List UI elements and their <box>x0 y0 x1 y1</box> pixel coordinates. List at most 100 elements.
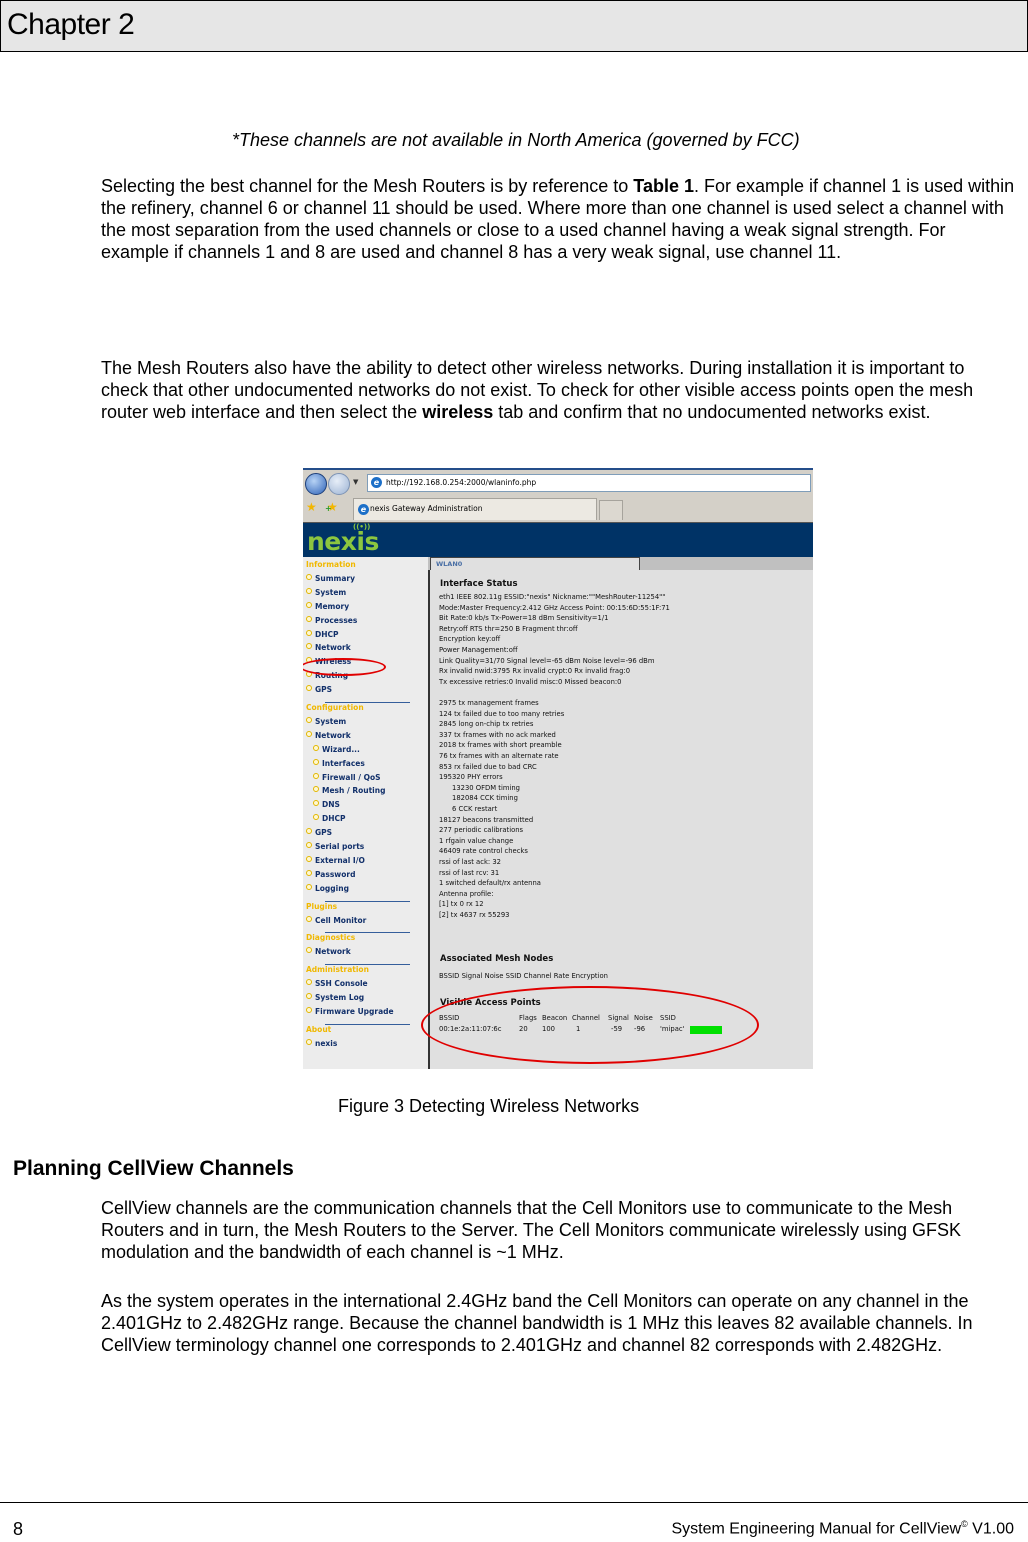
manual-title: System Engineering Manual for CellView <box>671 1520 962 1538</box>
paragraph-channel-selection: Selecting the best channel for the Mesh … <box>101 175 1016 263</box>
nexis-banner: nexis ((•)) <box>303 522 813 558</box>
access-points-highlight-ellipse <box>421 986 759 1064</box>
bullet-icon <box>306 915 312 922</box>
sidebar-item-system-log[interactable]: System Log <box>306 993 364 1002</box>
bullet-icon <box>306 869 312 876</box>
wireless-highlight-ellipse <box>303 658 386 676</box>
stats2-line: 18127 beacons transmitted <box>439 815 534 824</box>
bullet-icon <box>313 758 319 765</box>
interface-status-line: Mode:Master Frequency:2.412 GHz Access P… <box>439 603 670 612</box>
sidebar-item-label: Serial ports <box>315 842 365 851</box>
interface-status-line: Bit Rate:0 kb/s Tx-Power=18 dBm Sensitiv… <box>439 614 609 623</box>
history-dropdown-icon[interactable]: ▼ <box>353 478 358 486</box>
copyright-mark: © <box>961 1519 968 1529</box>
chapter-title: Chapter 2 <box>7 8 135 41</box>
paragraph-detect-networks: The Mesh Routers also have the ability t… <box>101 357 1016 423</box>
sidebar-item-label: Network <box>315 643 351 653</box>
sidebar-item-wizard[interactable]: Wizard... <box>313 744 360 754</box>
forward-button[interactable] <box>328 473 350 495</box>
sidebar-item-label: SSH Console <box>315 979 368 989</box>
sidebar-item-label: Network <box>315 730 351 740</box>
sidebar-item-serial-ports[interactable]: Serial ports <box>306 842 364 851</box>
stats2-line: 277 periodic calibrations <box>439 826 524 835</box>
bullet-icon <box>306 716 312 723</box>
sidebar-item-firmware-upgrade[interactable]: Firmware Upgrade <box>306 1006 394 1016</box>
sidebar-item-label: Wizard... <box>322 744 360 754</box>
bullet-icon <box>306 993 312 999</box>
stats-line: 2018 tx frames with short preamble <box>439 741 562 750</box>
sidebar-item-memory[interactable]: Memory <box>306 601 350 611</box>
interface-status-line: Retry:off RTS thr=250 B Fragment thr:off <box>439 624 578 633</box>
bullet-icon <box>306 573 312 580</box>
sidebar-category-configuration: Configuration <box>306 703 364 712</box>
interface-status-line: Power Management:off <box>439 646 518 654</box>
interface-status-heading: Interface Status <box>440 579 518 589</box>
bullet-icon <box>313 800 319 807</box>
sidebar-item-gps[interactable]: GPS <box>306 828 332 837</box>
stats-line: 2975 tx management frames <box>439 699 539 707</box>
sidebar-item-dns[interactable]: DNS <box>313 800 340 809</box>
sidebar-item-system[interactable]: System <box>306 587 347 597</box>
phy-sub-line: 6 CCK restart <box>452 805 498 813</box>
bullet-icon <box>306 643 312 650</box>
tab-wlan0[interactable]: WLAN0 <box>430 557 640 570</box>
sidebar-item-logging[interactable]: Logging <box>306 883 349 893</box>
interface-status-line: eth1 IEEE 802.11g ESSID:"nexis" Nickname… <box>439 593 666 601</box>
bullet-icon <box>306 615 312 622</box>
bullet-icon <box>306 587 312 594</box>
stats2-line: [1] tx 0 rx 12 <box>439 900 484 909</box>
figure-caption: Figure 3 Detecting Wireless Networks <box>338 1096 640 1116</box>
sidebar-item-summary[interactable]: Summary <box>306 573 355 583</box>
sidebar-item-ssh-console[interactable]: SSH Console <box>306 979 368 988</box>
bullet-icon <box>306 601 312 608</box>
sidebar-item-interfaces[interactable]: Interfaces <box>313 758 365 768</box>
sidebar-item-label: Firmware Upgrade <box>315 1006 394 1016</box>
sidebar-item-firewall-qos[interactable]: Firewall / QoS <box>313 772 381 782</box>
new-tab-button[interactable] <box>599 500 623 520</box>
footer-title: System Engineering Manual for CellView© … <box>671 1519 1014 1538</box>
sidebar-item-network[interactable]: Network <box>306 643 351 652</box>
address-bar[interactable]: e http://192.168.0.254:2000/wlaninfo.php <box>367 474 811 492</box>
sidebar-item-network[interactable]: Network <box>306 730 351 740</box>
browser-nav-bar: ▼ e http://192.168.0.254:2000/wlaninfo.p… <box>303 468 813 496</box>
sidebar-item-system[interactable]: System <box>306 716 346 726</box>
back-button[interactable] <box>305 473 327 495</box>
bullet-icon <box>306 1006 312 1013</box>
bullet-icon <box>306 979 312 986</box>
sidebar-item-gps[interactable]: GPS <box>306 685 332 694</box>
footer-divider <box>0 1502 1028 1503</box>
bullet-icon <box>313 814 319 821</box>
sidebar-category-administration: Administration <box>306 965 369 975</box>
stats-line: 337 tx frames with no ack marked <box>439 730 556 739</box>
sidebar-item-label: Password <box>315 869 356 879</box>
sidebar-category-diagnostics: Diagnostics <box>306 933 356 943</box>
sidebar-item-password[interactable]: Password <box>306 869 356 879</box>
bullet-icon <box>313 786 319 793</box>
sidebar-item-cell-monitor[interactable]: Cell Monitor <box>306 915 366 925</box>
sidebar-item-processes[interactable]: Processes <box>306 615 357 625</box>
add-favorites-icon[interactable]: ★ + <box>325 500 338 514</box>
sidebar-item-label: System <box>315 587 347 597</box>
favorites-star-icon[interactable]: ★ <box>306 500 317 514</box>
stats-line: 195320 PHY errors <box>439 773 503 782</box>
stats2-line: 1 rfgain value change <box>439 836 514 845</box>
sidebar-item-dhcp[interactable]: DHCP <box>313 814 346 823</box>
sidebar-item-label: DHCP <box>322 814 346 824</box>
sidebar-item-label: Memory <box>315 601 350 611</box>
nexis-logo: nexis <box>307 527 379 556</box>
section-heading: Planning CellView Channels <box>13 1157 294 1180</box>
table-reference: Table 1 <box>633 176 694 196</box>
nav-sidebar: Information Summary System Memory Processes D… <box>303 557 428 1069</box>
bullet-icon <box>313 744 319 751</box>
sidebar-item-nexis[interactable]: nexis <box>306 1038 337 1048</box>
tab-title: nexis Gateway Administration <box>370 504 483 513</box>
mesh-nodes-columns: BSSID Signal Noise SSID Channel Rate Enc… <box>439 972 608 980</box>
browser-tab[interactable]: e nexis Gateway Administration <box>353 498 597 520</box>
text: Selecting the best channel for the Mesh … <box>101 176 634 196</box>
bullet-icon <box>306 842 312 848</box>
sidebar-item-network[interactable]: Network <box>306 947 351 956</box>
sidebar-item-label: Network <box>315 947 351 957</box>
sidebar-item-external-i-o[interactable]: External I/O <box>306 855 365 865</box>
sidebar-item-dhcp[interactable]: DHCP <box>306 629 339 639</box>
sidebar-item-mesh-routing[interactable]: Mesh / Routing <box>313 786 385 795</box>
